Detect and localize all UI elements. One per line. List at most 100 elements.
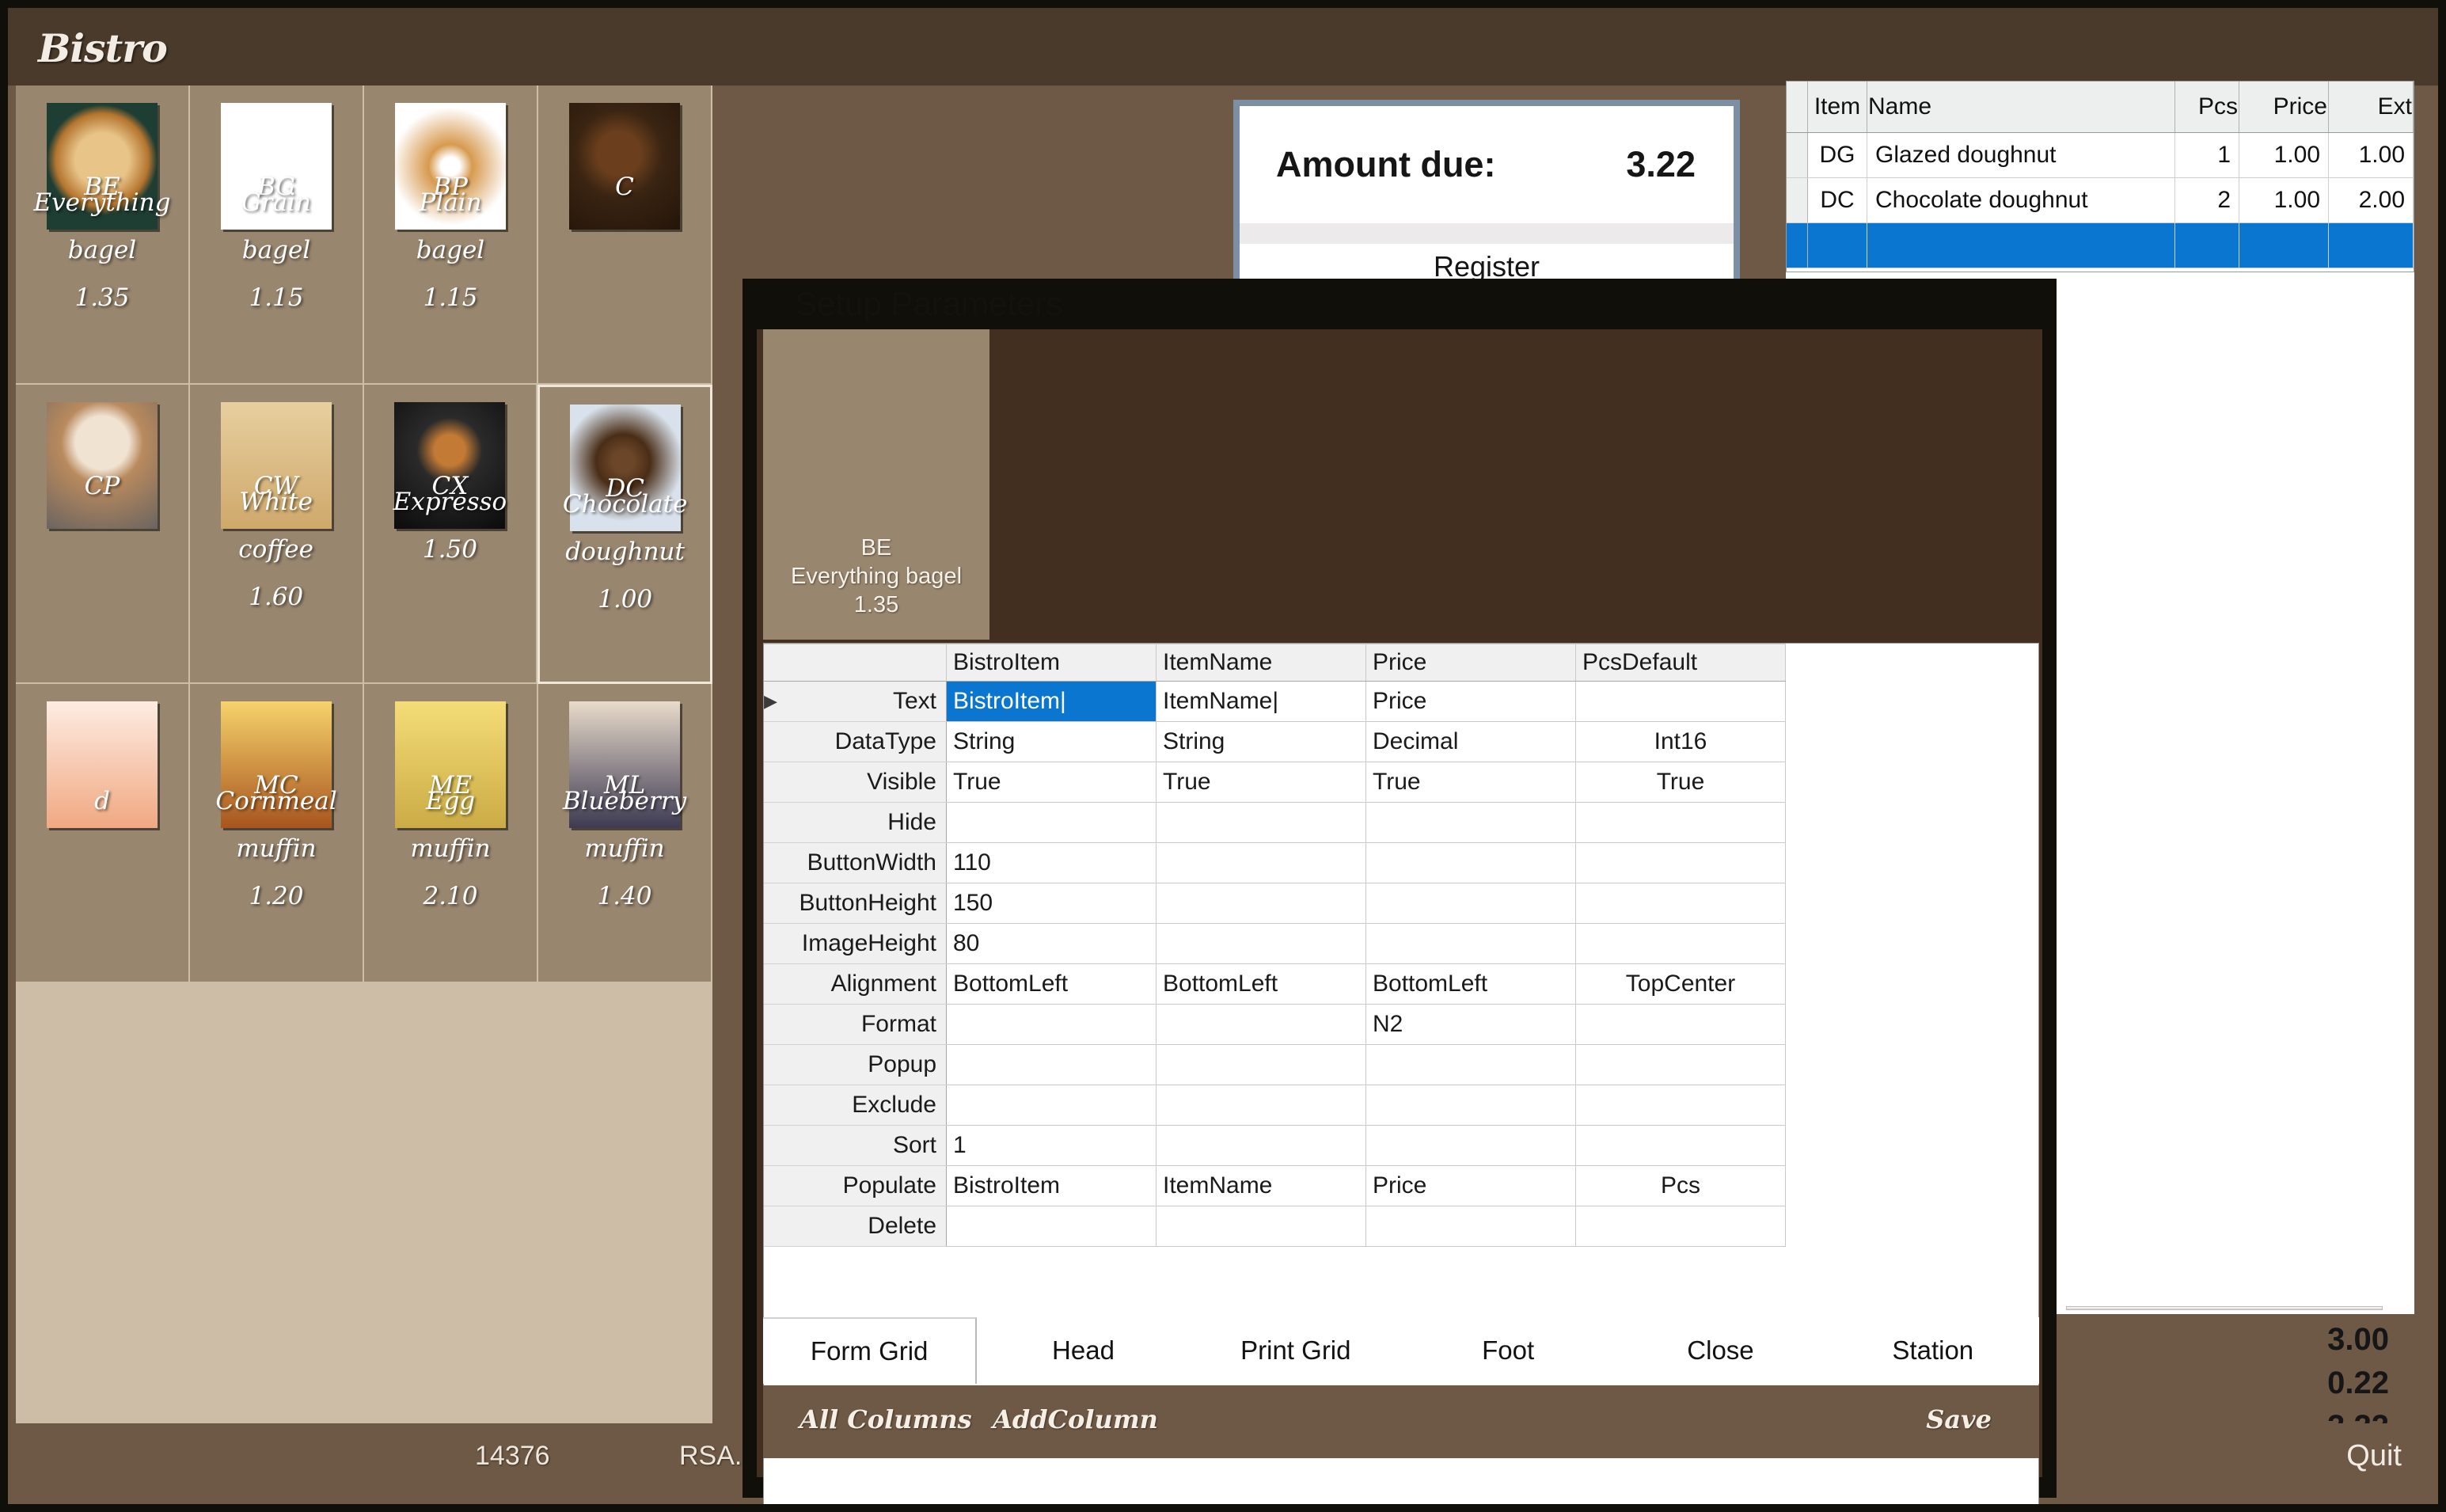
param-cell[interactable]: BottomLeft: [1157, 964, 1366, 1005]
param-row[interactable]: PopulateBistroItemItemNamePricePcs: [764, 1166, 1786, 1206]
param-cell[interactable]: True: [1366, 762, 1576, 803]
param-cell[interactable]: [1576, 883, 1786, 924]
receipt-col-name[interactable]: Name: [1867, 82, 2175, 133]
item-preview-tile[interactable]: BE Everything bagel 1.35: [763, 329, 989, 640]
receipt-cell[interactable]: Chocolate doughnut: [1867, 178, 2175, 223]
param-col-price[interactable]: Price: [1366, 644, 1576, 682]
receipt-cell[interactable]: 1.00: [2239, 133, 2329, 178]
all-columns-button[interactable]: All Columns: [800, 1404, 972, 1434]
product-tile[interactable]: BEEverythingbagel1.35: [16, 85, 190, 385]
param-row[interactable]: Format N2: [764, 1005, 1786, 1045]
receipt-cell[interactable]: DC: [1808, 178, 1867, 223]
param-row-label[interactable]: Alignment: [764, 964, 947, 1005]
param-cell[interactable]: String: [1157, 722, 1366, 762]
param-cell[interactable]: [1576, 1045, 1786, 1085]
receipt-cell[interactable]: 1.00: [2239, 178, 2329, 223]
product-tile[interactable]: CXExpresso1.50: [364, 385, 538, 684]
param-cell[interactable]: BistroItem: [947, 1166, 1157, 1206]
receipt-row[interactable]: DCChocolate doughnut21.002.00: [1787, 178, 2414, 223]
receipt-cell[interactable]: [2329, 223, 2414, 268]
product-tile[interactable]: C: [538, 85, 712, 385]
param-row[interactable]: Hide: [764, 803, 1786, 843]
param-row[interactable]: DataTypeStringStringDecimalInt16: [764, 722, 1786, 762]
param-cell[interactable]: BistroItem|: [947, 682, 1157, 722]
receipt-cell[interactable]: [1808, 223, 1867, 268]
param-cell[interactable]: [1576, 803, 1786, 843]
product-tile[interactable]: d: [16, 684, 190, 983]
product-tile[interactable]: DCChocolatedoughnut1.00: [537, 385, 712, 684]
receipt-col-ext[interactable]: Ext: [2329, 82, 2414, 133]
param-cell[interactable]: N2: [1366, 1005, 1576, 1045]
param-col-bistroitem[interactable]: BistroItem: [947, 644, 1157, 682]
param-cell[interactable]: [1157, 1206, 1366, 1247]
receipt-cell[interactable]: [1787, 223, 1808, 268]
product-tile[interactable]: BPPlainbagel1.15: [364, 85, 538, 385]
param-cell[interactable]: ItemName: [1157, 1166, 1366, 1206]
param-cell[interactable]: [1366, 843, 1576, 883]
param-cell[interactable]: 80: [947, 924, 1157, 964]
param-cell[interactable]: 150: [947, 883, 1157, 924]
receipt-cell[interactable]: [1867, 223, 2175, 268]
param-row[interactable]: Delete: [764, 1206, 1786, 1247]
param-row-label[interactable]: Sort: [764, 1126, 947, 1166]
param-row[interactable]: Exclude: [764, 1085, 1786, 1126]
receipt-cell[interactable]: [2175, 223, 2239, 268]
param-cell[interactable]: [947, 1085, 1157, 1126]
param-cell[interactable]: True: [1157, 762, 1366, 803]
product-tile[interactable]: MEEggmuffin2.10: [364, 684, 538, 983]
param-cell[interactable]: Pcs: [1576, 1166, 1786, 1206]
param-cell[interactable]: [947, 1206, 1157, 1247]
param-row-label[interactable]: DataType: [764, 722, 947, 762]
param-row-label[interactable]: Format: [764, 1005, 947, 1045]
param-cell[interactable]: BottomLeft: [947, 964, 1157, 1005]
param-cell[interactable]: [1157, 924, 1366, 964]
product-tile[interactable]: BGGrainbagel1.15: [190, 85, 364, 385]
param-cell[interactable]: [947, 1045, 1157, 1085]
param-row[interactable]: ButtonHeight150: [764, 883, 1786, 924]
receipt-row-selected[interactable]: [1787, 223, 2414, 268]
add-column-button[interactable]: AddColumn: [993, 1404, 1158, 1434]
param-cell[interactable]: [1157, 803, 1366, 843]
product-tile[interactable]: CWWhitecoffee1.60: [190, 385, 364, 684]
receipt-col-item[interactable]: Item: [1808, 82, 1867, 133]
param-cell[interactable]: [1576, 1126, 1786, 1166]
param-row[interactable]: AlignmentBottomLeftBottomLeftBottomLeftT…: [764, 964, 1786, 1005]
param-row[interactable]: Sort1: [764, 1126, 1786, 1166]
param-cell[interactable]: [1366, 1206, 1576, 1247]
param-cell[interactable]: [1366, 924, 1576, 964]
param-row-label[interactable]: ButtonHeight: [764, 883, 947, 924]
param-cell[interactable]: Price: [1366, 682, 1576, 722]
param-cell[interactable]: BottomLeft: [1366, 964, 1576, 1005]
param-cell[interactable]: [1576, 843, 1786, 883]
product-tile[interactable]: MCCornmealmuffin1.20: [190, 684, 364, 983]
receipt-row[interactable]: DGGlazed doughnut11.001.00: [1787, 133, 2414, 178]
param-row[interactable]: ▶TextBistroItem|ItemName|Price: [764, 682, 1786, 722]
tab-close[interactable]: Close: [1614, 1317, 1826, 1384]
param-row[interactable]: ButtonWidth110: [764, 843, 1786, 883]
param-row-label[interactable]: Populate: [764, 1166, 947, 1206]
param-cell[interactable]: 1: [947, 1126, 1157, 1166]
param-row-label[interactable]: Delete: [764, 1206, 947, 1247]
param-cell[interactable]: Price: [1366, 1166, 1576, 1206]
receipt-cell[interactable]: DG: [1808, 133, 1867, 178]
receipt-cell[interactable]: Glazed doughnut: [1867, 133, 2175, 178]
param-cell[interactable]: [1366, 1045, 1576, 1085]
receipt-cell[interactable]: 1.00: [2329, 133, 2414, 178]
param-cell[interactable]: [1366, 883, 1576, 924]
param-cell[interactable]: [1366, 803, 1576, 843]
param-cell[interactable]: [1576, 1206, 1786, 1247]
param-row-label[interactable]: ImageHeight: [764, 924, 947, 964]
product-tile[interactable]: MLBlueberrymuffin1.40: [538, 684, 712, 983]
receipt-col-price[interactable]: Price: [2239, 82, 2329, 133]
param-cell[interactable]: Int16: [1576, 722, 1786, 762]
param-cell[interactable]: [1157, 1045, 1366, 1085]
param-cell[interactable]: True: [947, 762, 1157, 803]
param-col-itemname[interactable]: ItemName: [1157, 644, 1366, 682]
param-cell[interactable]: TopCenter: [1576, 964, 1786, 1005]
param-cell[interactable]: [947, 803, 1157, 843]
receipt-cell[interactable]: [2239, 223, 2329, 268]
param-col-pcsdefault[interactable]: PcsDefault: [1576, 644, 1786, 682]
receipt-cell[interactable]: 2.00: [2329, 178, 2414, 223]
tab-head[interactable]: Head: [977, 1317, 1189, 1384]
product-tile[interactable]: CP: [16, 385, 190, 684]
